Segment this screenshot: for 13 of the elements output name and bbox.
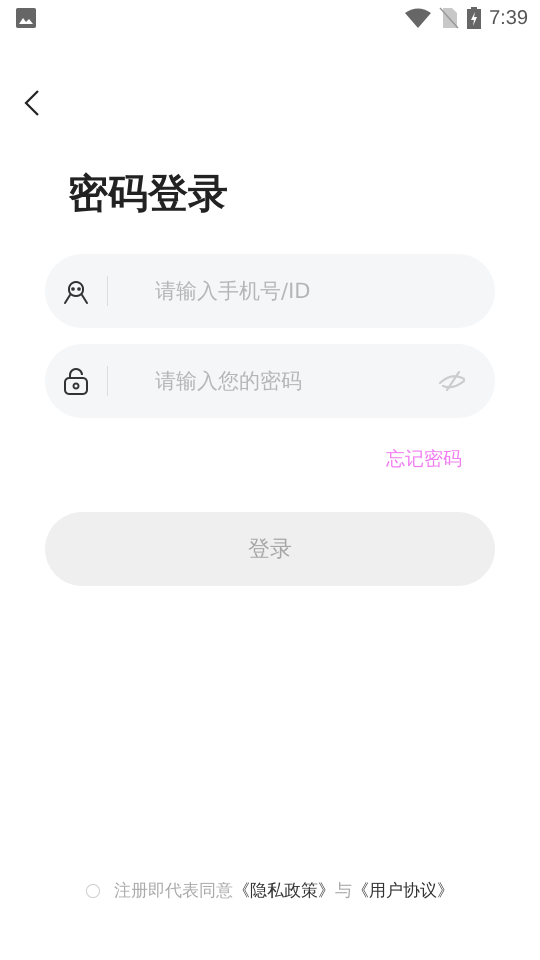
page-title: 密码登录 (68, 170, 229, 218)
battery-charging-icon (467, 7, 482, 29)
agreement-text: 注册即代表同意《隐私政策》与《用户协议》 (114, 880, 454, 902)
wifi-icon (405, 8, 432, 28)
account-field[interactable]: 请输入手机号/ID (153, 278, 467, 304)
agreement-checkbox[interactable] (86, 884, 100, 898)
status-time: 7:39 (489, 6, 528, 30)
no-sim-icon (439, 7, 460, 29)
lock-icon (61, 366, 91, 396)
password-field[interactable]: 请输入您的密码 (153, 368, 437, 394)
image-icon (16, 8, 36, 28)
privacy-policy-link[interactable]: 《隐私政策》 (233, 881, 335, 901)
user-agreement-link[interactable]: 《用户协议》 (352, 881, 454, 901)
